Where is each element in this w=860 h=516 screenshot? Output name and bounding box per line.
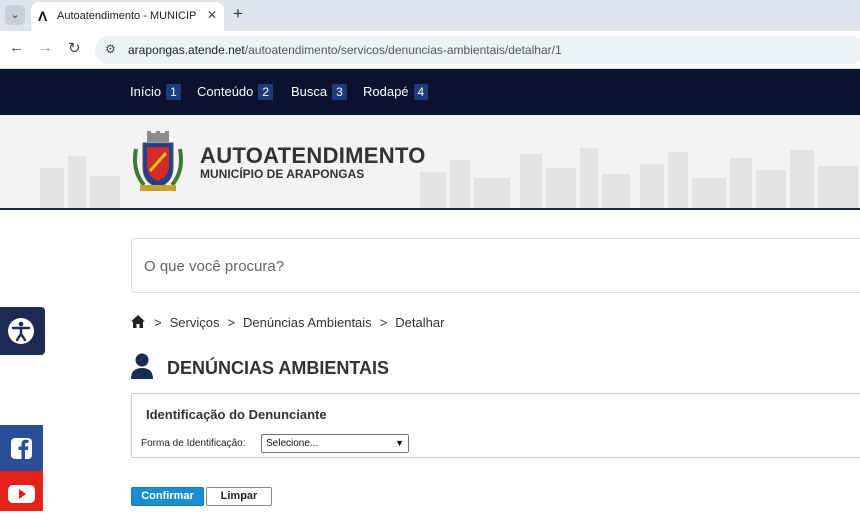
skip-link-rodape[interactable]: Rodapé 4 [363, 84, 429, 100]
browser-tab-bar: ⌄ Λ Autoatendimento - MUNICÍPIO ✕ + [0, 0, 860, 31]
tab-title: Autoatendimento - MUNICÍPIO [57, 10, 197, 22]
url-text: arapongas.atende.net/autoatendimento/ser… [128, 43, 562, 57]
breadcrumb: > Serviços > Denúncias Ambientais > Detalhar [130, 314, 444, 332]
forward-arrow-icon[interactable]: → [38, 39, 53, 56]
browser-tab[interactable]: Λ Autoatendimento - MUNICÍPIO ✕ [31, 2, 224, 31]
reload-icon[interactable]: ↻ [68, 39, 81, 57]
skip-link-label: Conteúdo [197, 84, 254, 99]
skip-link-busca[interactable]: Busca 3 [291, 84, 347, 100]
youtube-icon [8, 485, 35, 503]
breadcrumb-item-servicos[interactable]: Serviços [170, 315, 220, 330]
youtube-button[interactable] [0, 471, 43, 511]
identification-label: Forma de Identificação: [141, 438, 246, 449]
skip-key-badge: 2 [258, 84, 274, 100]
identification-select[interactable]: Selecione... ▼ [261, 434, 409, 453]
skip-link-label: Início [130, 84, 162, 99]
skip-key-badge: 1 [166, 84, 181, 100]
facebook-icon [11, 438, 32, 459]
panel-title: Identificação do Denunciante [146, 407, 327, 422]
accessibility-icon [8, 318, 34, 344]
chevron-down-icon: ▼ [395, 438, 404, 448]
site-favicon-icon: Λ [38, 8, 48, 24]
skip-key-badge: 4 [413, 84, 429, 100]
confirm-button[interactable]: Confirmar [131, 487, 204, 506]
skip-link-label: Busca [291, 84, 328, 99]
clear-button[interactable]: Limpar [206, 487, 272, 506]
user-icon [131, 353, 153, 379]
select-value: Selecione... [266, 438, 319, 449]
site-header: AUTOATENDIMENTO MUNICÍPIO DE ARAPONGAS [0, 115, 860, 210]
facebook-button[interactable] [0, 425, 43, 471]
breadcrumb-item-denuncias[interactable]: Denúncias Ambientais [243, 315, 372, 330]
skip-link-conteudo[interactable]: Conteúdo 2 [197, 84, 274, 100]
skip-key-badge: 3 [332, 84, 347, 100]
url-host: arapongas.atende.net [128, 43, 245, 57]
page-title: DENÚNCIAS AMBIENTAIS [167, 358, 390, 378]
new-tab-button[interactable]: + [233, 4, 243, 24]
browser-toolbar: ← → ↻ ⚙ arapongas.atende.net/autoatendim… [0, 31, 860, 69]
chevron-right-icon: > [154, 315, 162, 330]
search-box [131, 238, 860, 293]
skip-link-label: Rodapé [363, 84, 409, 99]
brand-title: AUTOATENDIMENTO [200, 143, 426, 168]
back-arrow-icon[interactable]: ← [9, 39, 24, 56]
skip-link-inicio[interactable]: Início 1 [130, 84, 181, 100]
accessibility-skip-bar: Início 1 Conteúdo 2 Busca 3 Rodapé 4 [0, 69, 860, 115]
close-tab-icon[interactable]: ✕ [207, 8, 217, 22]
search-input[interactable] [144, 254, 844, 278]
brand-subtitle: MUNICÍPIO DE ARAPONGAS [200, 167, 365, 181]
municipal-coat-of-arms [133, 131, 183, 191]
url-path: /autoatendimento/servicos/denuncias-ambi… [244, 43, 562, 57]
chevron-right-icon: > [379, 315, 388, 330]
accessibility-button[interactable] [0, 307, 45, 355]
breadcrumb-item-detalhar: Detalhar [395, 315, 445, 330]
site-settings-icon[interactable]: ⚙ [105, 42, 116, 56]
tab-search-button[interactable]: ⌄ [5, 5, 25, 25]
address-bar[interactable]: ⚙ arapongas.atende.net/autoatendimento/s… [95, 36, 860, 64]
chevron-right-icon: > [227, 315, 236, 330]
home-icon[interactable] [130, 314, 146, 332]
city-skyline-decoration [40, 148, 858, 208]
denunciante-panel: Identificação do Denunciante Forma de Id… [131, 393, 860, 458]
